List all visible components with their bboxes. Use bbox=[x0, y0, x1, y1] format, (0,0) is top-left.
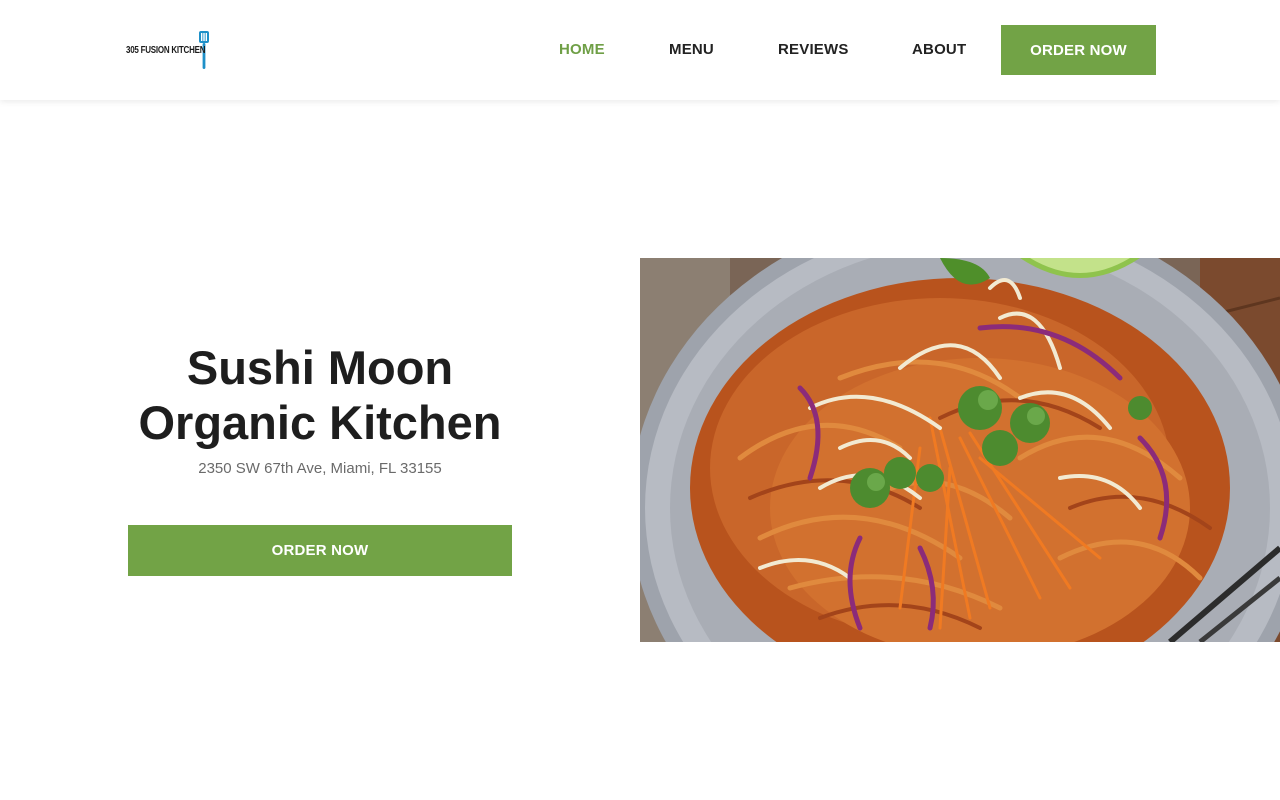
nav-about[interactable]: ABOUT bbox=[912, 41, 966, 58]
restaurant-name-line2: Organic Kitchen bbox=[138, 396, 502, 449]
nav-menu[interactable]: MENU bbox=[669, 41, 714, 58]
restaurant-name-line1: Sushi Moon bbox=[186, 341, 454, 394]
logo[interactable]: 305 FUSION KITCHEN bbox=[126, 30, 211, 70]
nav-home[interactable]: HOME bbox=[559, 41, 605, 58]
pad-thai-photo-icon bbox=[640, 258, 1280, 642]
nav-reviews[interactable]: REVIEWS bbox=[778, 41, 849, 58]
logo-text: 305 FUSION KITCHEN bbox=[126, 44, 206, 56]
restaurant-name: Sushi Moon Organic Kitchen bbox=[128, 340, 512, 450]
hero-text: Sushi Moon Organic Kitchen 2350 SW 67th … bbox=[128, 340, 512, 477]
header-order-now-button[interactable]: ORDER NOW bbox=[1001, 25, 1156, 75]
site-header: 305 FUSION KITCHEN HOME MENU REVIEWS ABO… bbox=[0, 0, 1280, 100]
restaurant-address: 2350 SW 67th Ave, Miami, FL 33155 bbox=[198, 460, 442, 477]
hero-order-now-button[interactable]: ORDER NOW bbox=[128, 525, 512, 576]
hero-food-image bbox=[640, 258, 1280, 642]
